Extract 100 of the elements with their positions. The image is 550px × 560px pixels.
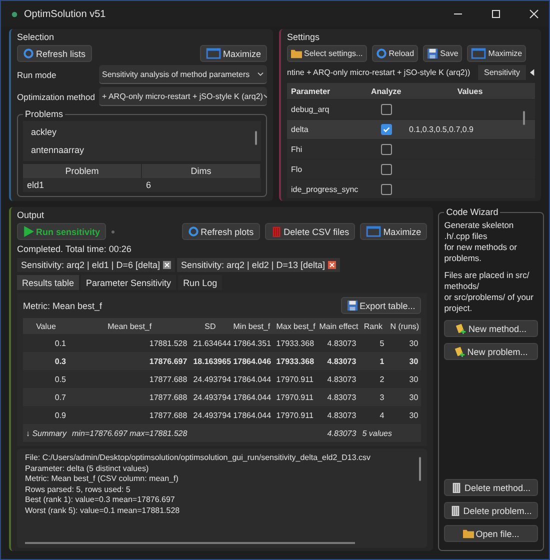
table-cell: 2 — [380, 374, 384, 384]
table-cell: 4.83073 — [327, 374, 356, 384]
file-tab[interactable]: Sensitivity: arq2 | eld1 | D=6 [delta] — [17, 258, 175, 272]
table-cell: 17970.911 — [276, 410, 314, 420]
list-item[interactable]: antennaarray — [31, 141, 253, 159]
scrollbar-thumb[interactable] — [25, 542, 355, 544]
tab[interactable]: Sensitivity — [478, 65, 526, 80]
log-line: Best (rank 1): value=0.3 mean=17876.697 — [25, 495, 176, 506]
metric-label: Metric: Mean best_f — [23, 300, 102, 310]
maximize-icon[interactable] — [491, 9, 501, 19]
table-row[interactable]: ide_progress_sync — [287, 180, 535, 198]
status-text: Completed. Total time: 00:26 — [17, 243, 132, 255]
scroll-left-icon[interactable] — [530, 69, 535, 76]
refresh-icon — [376, 48, 387, 59]
play-icon — [23, 226, 34, 237]
new-button[interactable]: New method... — [444, 320, 538, 337]
close-icon[interactable] — [529, 9, 539, 19]
checkbox[interactable] — [380, 104, 392, 115]
table-cell: 0.9 — [54, 410, 66, 420]
scrollbar-thumb[interactable] — [419, 457, 422, 481]
column-header[interactable]: Problem — [23, 164, 142, 178]
app-icon — [11, 10, 18, 18]
delete-button[interactable]: Delete CSV files — [264, 223, 356, 240]
settings-path: ntine + ARQ-only micro-restart + jSO-style K (arq2)) — [287, 68, 472, 77]
log-line: Parameter: delta (5 distinct values) — [25, 464, 150, 474]
tab[interactable]: Results table — [17, 275, 80, 290]
dropdown[interactable]: Sensitivity analysis of method parameters — [99, 65, 267, 84]
table-cell-text: eld1 — [26, 179, 46, 192]
group-title: Problems — [24, 109, 64, 119]
folder-icon — [462, 528, 474, 539]
table-row[interactable]: Fhi — [287, 140, 535, 160]
export-button[interactable]: Export table... — [340, 297, 422, 314]
table-cell: 18.163965 — [193, 356, 232, 366]
column-header[interactable]: Mean best_f — [69, 322, 190, 330]
table-row[interactable]: delta 0.1,0.3,0.5,0.7,0.9 — [287, 120, 535, 140]
column-header[interactable]: N (runs) — [387, 322, 422, 330]
floppy-icon — [427, 48, 438, 59]
group-title: Code Wizard — [445, 207, 500, 217]
table-cell: 17881.528 — [149, 338, 188, 348]
table-cell: 4.83073 — [327, 338, 356, 348]
column-header[interactable]: Main effect — [316, 322, 360, 330]
panel-title: Output — [17, 210, 46, 220]
checkbox[interactable] — [380, 184, 392, 195]
scrollbar-thumb[interactable] — [523, 111, 525, 125]
table-cell: 30 — [409, 392, 418, 402]
new-button[interactable]: New problem... — [444, 343, 538, 360]
table-cell: 4.83073 — [327, 356, 356, 366]
checkbox[interactable] — [380, 124, 392, 135]
list-item[interactable]: ackley — [31, 123, 253, 141]
table-row[interactable]: Flo — [287, 160, 535, 180]
floppy-icon — [346, 300, 358, 311]
column-header[interactable]: Value — [23, 322, 69, 330]
column-header[interactable]: Dims — [142, 164, 261, 178]
select-button[interactable]: Select settings... — [287, 45, 367, 62]
table-cell: 0.1 — [54, 338, 66, 348]
column-header[interactable]: Parameter — [287, 86, 367, 96]
table-cell-text: debug_arq — [290, 105, 330, 114]
column-header[interactable]: Values — [405, 86, 535, 96]
table-cell: 4.83073 — [327, 410, 356, 420]
dropdown[interactable]: + ARQ-only micro-restart + jSO-style K (arq2) — [99, 87, 267, 106]
save-button[interactable]: Save — [423, 45, 462, 62]
checkbox[interactable] — [380, 144, 392, 155]
panel-title: Selection — [17, 32, 56, 42]
table-cell: 21.634644 — [193, 338, 232, 348]
open-button[interactable]: Open file... — [444, 525, 538, 542]
tab[interactable]: Run Log — [178, 275, 222, 290]
table-cell: 0.7 — [54, 392, 66, 402]
table-cell: 17877.688 — [149, 374, 188, 384]
table-cell: 24.493794 — [193, 374, 232, 384]
file-tab[interactable]: Sensitivity: arq2 | eld2 | D=13 [delta] — [177, 258, 340, 272]
run-button[interactable]: Run sensitivity — [17, 223, 106, 240]
column-header[interactable]: Rank — [359, 322, 388, 330]
refresh-button[interactable]: Refresh lists — [17, 45, 92, 62]
table-cell: 17970.911 — [276, 374, 314, 384]
delete-button[interactable]: Delete problem... — [444, 502, 538, 519]
checkbox[interactable] — [380, 164, 392, 175]
refresh-button[interactable]: Refresh plots — [182, 223, 260, 240]
table-cell-text: Flo — [290, 165, 304, 174]
bin-icon — [270, 226, 282, 237]
delete-button[interactable]: Delete method... — [444, 479, 538, 496]
table-cell-text: ide_progress_sync — [290, 185, 360, 194]
column-header[interactable]: Min best_f — [230, 322, 274, 330]
tab[interactable]: Parameter Sensitivity — [81, 275, 176, 290]
window-icon — [471, 48, 486, 59]
table-cell: 3 — [380, 392, 384, 402]
table-cell: 30 — [409, 410, 418, 420]
scrollbar-thumb[interactable] — [255, 131, 257, 145]
field-label: Run mode — [17, 70, 58, 80]
table-cell: 4.83073 — [327, 392, 356, 402]
maximize-button[interactable]: Maximize — [200, 45, 267, 62]
field-label: Optimization method — [17, 92, 95, 102]
maximize-button[interactable]: Maximize — [360, 223, 428, 240]
column-header[interactable]: SD — [190, 322, 230, 330]
column-header[interactable]: Analyze — [367, 86, 405, 96]
new-file-icon — [455, 323, 466, 334]
reload-button[interactable]: Reload — [372, 45, 418, 62]
column-header[interactable]: Max best_f — [273, 322, 316, 330]
maximize-button[interactable]: Maximize — [467, 45, 526, 62]
table-cell: 5 — [380, 338, 384, 348]
table-cell-text: delta — [290, 125, 310, 134]
